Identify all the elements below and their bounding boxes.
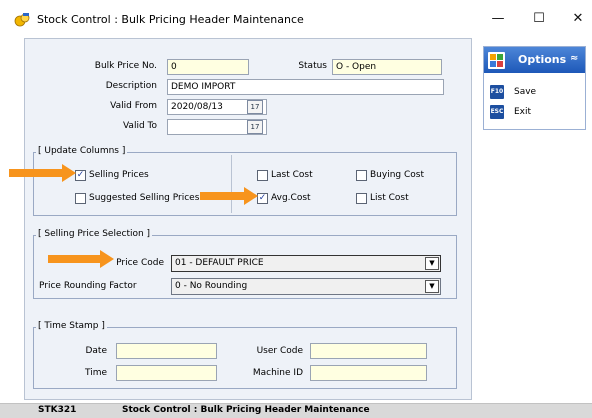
exit-label: Exit [514, 107, 532, 117]
buying-cost-label: Buying Cost [370, 170, 424, 180]
arrow-price-code-icon [48, 250, 114, 268]
bulk-price-no-field[interactable]: 0 [167, 59, 249, 75]
valid-to-label: Valid To [122, 121, 157, 131]
arrow-avg-cost-icon [200, 187, 258, 205]
suggested-selling-prices-checkbox[interactable] [75, 193, 86, 204]
list-cost-label: List Cost [370, 193, 409, 203]
valid-to-calendar-icon[interactable]: 17 [247, 120, 263, 134]
description-label: Description [105, 81, 157, 91]
options-title: Options [518, 53, 567, 66]
save-button[interactable]: F10 Save [490, 85, 580, 101]
options-panel: Options ≈ F10 Save ESC Exit [483, 46, 586, 130]
last-cost-checkbox[interactable] [257, 170, 268, 181]
bulk-price-no-label: Bulk Price No. [94, 61, 157, 71]
valid-from-calendar-icon[interactable]: 17 [247, 100, 263, 114]
time-field[interactable] [116, 365, 217, 381]
list-cost-checkbox[interactable] [356, 193, 367, 204]
arrow-selling-prices-icon [9, 164, 76, 182]
suggested-selling-prices-label: Suggested Selling Prices [89, 193, 200, 203]
description-field[interactable]: DEMO IMPORT [167, 79, 444, 95]
close-button[interactable]: ✕ [558, 8, 592, 30]
price-code-dropdown-icon[interactable]: ▼ [425, 257, 439, 270]
price-rounding-factor-label: Price Rounding Factor [39, 281, 137, 291]
f10-key-icon: F10 [490, 85, 504, 99]
machine-id-label: Machine ID [252, 368, 303, 378]
app-icon [14, 12, 30, 28]
exit-button[interactable]: ESC Exit [490, 105, 580, 121]
update-columns-divider [231, 155, 232, 213]
update-columns-title: [ Update Columns ] [36, 146, 128, 156]
valid-from-label: Valid From [110, 101, 157, 111]
user-code-field[interactable] [310, 343, 427, 359]
avg-cost-label: Avg.Cost [271, 193, 311, 203]
selling-price-selection-title: [ Selling Price Selection ] [36, 229, 153, 239]
machine-id-field[interactable] [310, 365, 427, 381]
program-code: STK321 [38, 405, 77, 415]
esc-key-icon: ESC [490, 105, 504, 119]
selling-prices-checkbox[interactable]: ✓ [75, 170, 86, 181]
main-form-panel: Bulk Price No. 0 Status O - Open Descrip… [24, 38, 472, 400]
save-label: Save [514, 87, 537, 97]
collapse-chevron-icon[interactable]: ≈ [570, 53, 578, 64]
user-code-label: User Code [256, 346, 303, 356]
options-header[interactable]: Options ≈ [484, 47, 585, 73]
buying-cost-checkbox[interactable] [356, 170, 367, 181]
minimize-button[interactable]: — [478, 8, 518, 30]
time-stamp-title: [ Time Stamp ] [36, 321, 107, 331]
maximize-button[interactable]: ☐ [519, 8, 559, 30]
avg-cost-checkbox[interactable]: ✓ [257, 193, 268, 204]
title-bar: Stock Control : Bulk Pricing Header Main… [0, 0, 592, 38]
options-grid-icon [488, 52, 505, 69]
status-field[interactable]: O - Open [332, 59, 442, 75]
price-code-select[interactable]: 01 - DEFAULT PRICE [171, 255, 441, 272]
program-title: Stock Control : Bulk Pricing Header Main… [122, 405, 370, 415]
price-rounding-dropdown-icon[interactable]: ▼ [425, 280, 439, 293]
window-title: Stock Control : Bulk Pricing Header Main… [37, 13, 304, 26]
date-field[interactable] [116, 343, 217, 359]
status-bar: STK321 Stock Control : Bulk Pricing Head… [0, 403, 592, 418]
selling-prices-label: Selling Prices [89, 170, 149, 180]
price-rounding-factor-select[interactable]: 0 - No Rounding [171, 278, 441, 295]
update-columns-group [33, 152, 457, 216]
last-cost-label: Last Cost [271, 170, 313, 180]
date-label: Date [85, 346, 107, 356]
status-label: Status [298, 61, 327, 71]
time-label: Time [84, 368, 107, 378]
